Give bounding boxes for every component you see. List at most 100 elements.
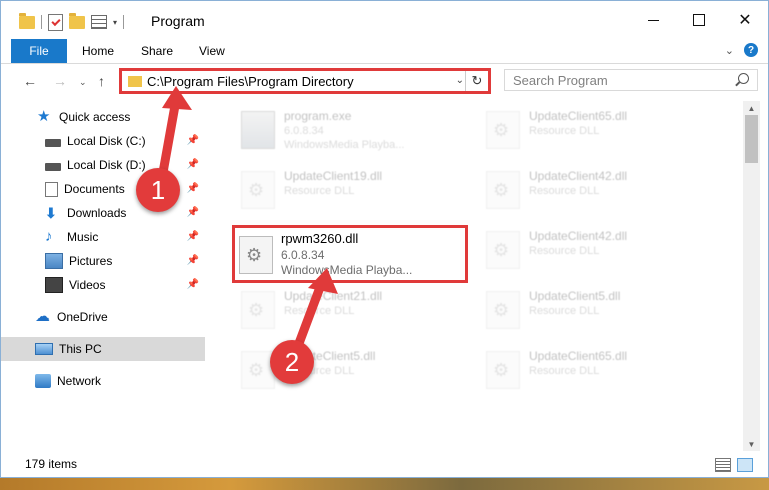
sidebar-item-onedrive[interactable]: ☁ OneDrive bbox=[35, 305, 207, 329]
drive-icon bbox=[45, 162, 61, 171]
toolbar-divider bbox=[123, 15, 125, 29]
window-controls: ✕ bbox=[630, 1, 768, 39]
item-count: 179 items bbox=[25, 457, 78, 471]
film-icon bbox=[45, 277, 63, 293]
maximize-icon bbox=[693, 14, 705, 26]
address-bar[interactable]: C:\Program Files\Program Directory ⌄ ↻ bbox=[119, 68, 491, 94]
file-type: Resource DLL bbox=[284, 305, 355, 317]
tab-home[interactable]: Home bbox=[82, 39, 114, 63]
file-tile[interactable]: UpdateClient21.dll Resource DLL bbox=[221, 281, 461, 337]
sidebar-item-label: OneDrive bbox=[57, 310, 108, 324]
dll-file-icon bbox=[486, 291, 520, 329]
tab-file[interactable]: File bbox=[11, 39, 67, 63]
file-tile[interactable]: UpdateClient5.dll Resource DLL bbox=[221, 341, 461, 397]
details-view-icon[interactable] bbox=[715, 458, 731, 472]
help-icon[interactable]: ? bbox=[744, 43, 758, 57]
search-box[interactable]: Search Program bbox=[504, 69, 758, 91]
file-tile[interactable]: UpdateClient42.dll Resource DLL bbox=[466, 161, 706, 217]
sidebar-item-quick-access[interactable]: ★ Quick access bbox=[37, 105, 207, 129]
refresh-icon[interactable]: ↻ bbox=[465, 71, 488, 91]
file-tile[interactable]: UpdateClient19.dll Resource DLL bbox=[221, 161, 461, 217]
pin-icon[interactable]: 📌 bbox=[187, 255, 199, 266]
address-history-chevron-icon[interactable]: ⌄ bbox=[456, 75, 464, 86]
vertical-scrollbar[interactable]: ▲ ▼ bbox=[743, 101, 760, 451]
star-icon: ★ bbox=[37, 108, 51, 125]
minimize-button[interactable] bbox=[630, 1, 676, 39]
pin-icon[interactable]: 📌 bbox=[187, 159, 199, 170]
large-icons-view-icon[interactable] bbox=[737, 458, 753, 472]
scroll-up-icon[interactable]: ▲ bbox=[743, 101, 760, 115]
dll-file-icon bbox=[486, 171, 520, 209]
sidebar-item-network[interactable]: Network bbox=[35, 369, 207, 393]
file-name: program.exe bbox=[284, 109, 352, 123]
scroll-down-icon[interactable]: ▼ bbox=[743, 437, 760, 451]
file-description: WindowsMedia Playba... bbox=[281, 263, 413, 277]
file-tile[interactable]: program.exe 6.0.8.34 WindowsMedia Playba… bbox=[221, 101, 461, 157]
dll-file-icon bbox=[241, 171, 275, 209]
file-type: Resource DLL bbox=[529, 185, 600, 197]
sidebar-item-downloads[interactable]: ⬇ Downloads 📌 bbox=[45, 201, 207, 225]
properties-icon[interactable] bbox=[48, 13, 63, 31]
search-icon[interactable] bbox=[738, 73, 749, 84]
sidebar-item-label: Local Disk (C:) bbox=[67, 134, 146, 148]
sidebar-item-label: Music bbox=[67, 230, 99, 244]
customize-toolbar-chevron-icon[interactable]: ▾ bbox=[113, 18, 117, 27]
sidebar-item-local-disk-c[interactable]: Local Disk (C:) 📌 bbox=[45, 129, 207, 153]
close-button[interactable]: ✕ bbox=[722, 1, 768, 39]
file-name: UpdateClient65.dll bbox=[529, 109, 628, 123]
dll-file-icon bbox=[486, 231, 520, 269]
sidebar-item-pictures[interactable]: Pictures 📌 bbox=[45, 249, 207, 273]
download-arrow-icon: ⬇ bbox=[45, 205, 57, 221]
network-icon bbox=[35, 374, 51, 388]
up-arrow-icon[interactable]: ↑ bbox=[98, 73, 105, 89]
cloud-icon: ☁ bbox=[35, 308, 50, 325]
window-title: Program bbox=[151, 13, 205, 29]
music-note-icon: ♪ bbox=[45, 228, 53, 245]
address-path[interactable]: C:\Program Files\Program Directory bbox=[147, 74, 354, 89]
pin-icon[interactable]: 📌 bbox=[187, 183, 199, 194]
search-placeholder: Search Program bbox=[513, 73, 608, 88]
file-type: Resource DLL bbox=[529, 125, 600, 137]
computer-icon bbox=[35, 343, 53, 355]
ribbon-right-controls: ⌄ ? bbox=[725, 43, 758, 57]
file-tile[interactable]: UpdateClient5.dll Resource DLL bbox=[466, 281, 706, 337]
tab-view[interactable]: View bbox=[199, 39, 225, 63]
sidebar-item-label: Quick access bbox=[59, 110, 131, 124]
sidebar-item-label: This PC bbox=[59, 342, 102, 356]
file-tile[interactable]: UpdateClient42.dll Resource DLL bbox=[466, 221, 706, 277]
new-folder-icon[interactable] bbox=[69, 12, 85, 29]
navigation-pane: ★ Quick access Local Disk (C:) 📌 Local D… bbox=[1, 101, 211, 447]
sidebar-item-this-pc[interactable]: This PC bbox=[1, 337, 205, 361]
file-version: 6.0.8.34 bbox=[284, 125, 324, 137]
pin-icon[interactable]: 📌 bbox=[187, 279, 199, 290]
file-name: rpwm3260.dll bbox=[281, 231, 359, 246]
sidebar-item-local-disk-d[interactable]: Local Disk (D:) 📌 bbox=[45, 153, 207, 177]
navigation-bar: ← → ⌄ ↑ C:\Program Files\Program Directo… bbox=[1, 64, 768, 98]
file-name: UpdateClient42.dll bbox=[529, 169, 628, 183]
back-arrow-icon[interactable]: ← bbox=[23, 73, 37, 89]
pin-icon[interactable]: 📌 bbox=[187, 135, 199, 146]
scroll-thumb[interactable] bbox=[745, 115, 758, 163]
folder-icon bbox=[19, 12, 35, 29]
sidebar-item-label: Pictures bbox=[69, 254, 113, 268]
desktop-wallpaper bbox=[0, 478, 769, 490]
highlighted-file-tile[interactable]: rpwm3260.dll 6.0.8.34 WindowsMedia Playb… bbox=[232, 225, 468, 283]
forward-arrow-icon[interactable]: → bbox=[53, 73, 67, 89]
pin-icon[interactable]: 📌 bbox=[187, 231, 199, 242]
pin-icon[interactable]: 📌 bbox=[187, 207, 199, 218]
sidebar-item-videos[interactable]: Videos 📌 bbox=[45, 273, 207, 297]
sidebar-item-music[interactable]: ♪ Music 📌 bbox=[45, 225, 207, 249]
view-options-icon[interactable] bbox=[91, 15, 107, 29]
file-type: Resource DLL bbox=[529, 305, 600, 317]
maximize-button[interactable] bbox=[676, 1, 722, 39]
step-2-badge: 2 bbox=[270, 340, 314, 384]
sidebar-item-documents[interactable]: Documents 📌 bbox=[45, 177, 207, 201]
recent-locations-chevron-icon[interactable]: ⌄ bbox=[79, 77, 87, 88]
file-name: UpdateClient42.dll bbox=[529, 229, 628, 243]
sidebar-item-label: Downloads bbox=[67, 206, 127, 220]
expand-ribbon-chevron-icon[interactable]: ⌄ bbox=[725, 44, 734, 57]
file-tile[interactable]: UpdateClient65.dll Resource DLL bbox=[466, 101, 706, 157]
tab-share[interactable]: Share bbox=[141, 39, 173, 63]
file-tile[interactable]: UpdateClient65.dll Resource DLL bbox=[466, 341, 706, 397]
sidebar-item-label: Documents bbox=[64, 182, 125, 196]
